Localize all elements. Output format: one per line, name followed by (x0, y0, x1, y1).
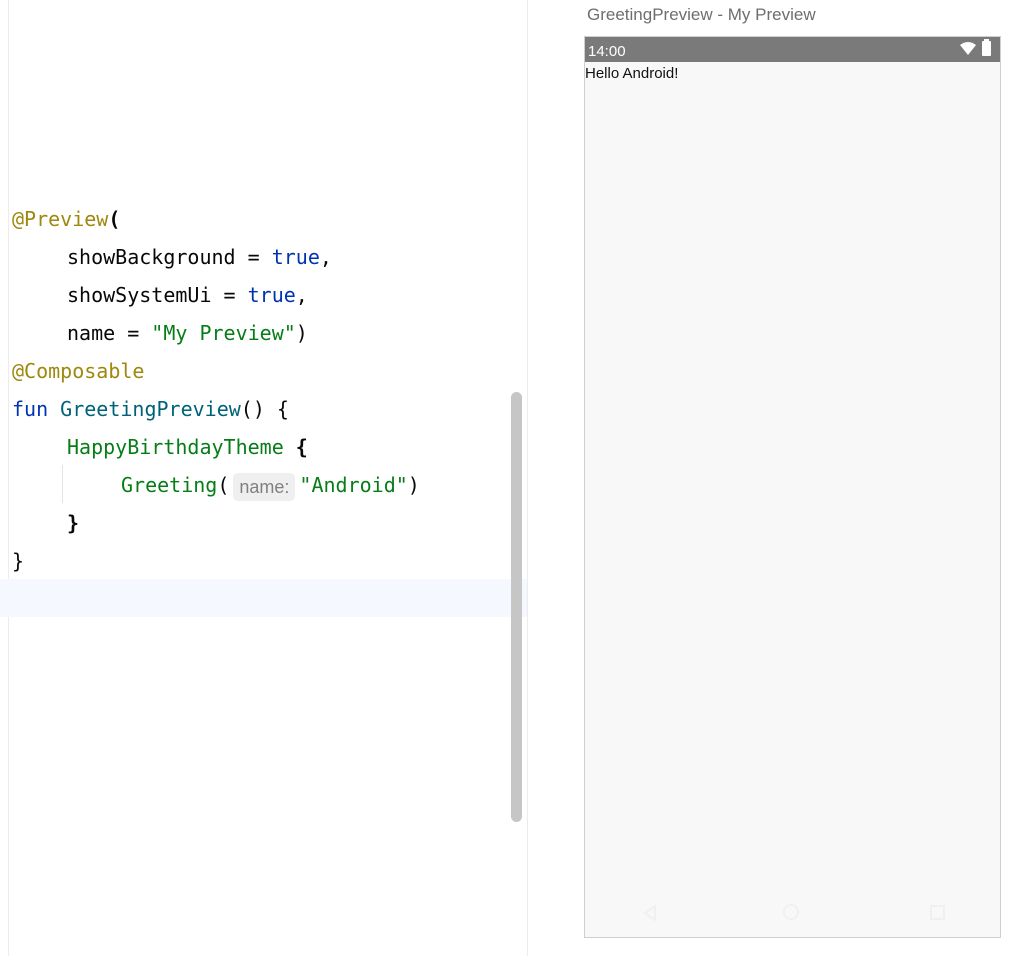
code-line[interactable]: @Composable (12, 352, 420, 390)
home-icon (783, 904, 799, 920)
punctuation: , (295, 283, 308, 307)
composable-call: HappyBirthdayTheme (67, 435, 284, 459)
back-icon (643, 905, 656, 921)
greeting-text: Hello Android! (585, 65, 679, 82)
brace: } (12, 549, 25, 573)
code-line[interactable]: name = "My Preview") (12, 314, 420, 352)
code-line[interactable]: showBackground = true, (12, 238, 420, 276)
string-literal: "My Preview" (151, 321, 296, 345)
battery-icon (982, 39, 991, 56)
status-bar: 14:00 (585, 37, 1000, 62)
keyword-value: true (247, 283, 296, 307)
paren: ( (108, 207, 121, 231)
code-line[interactable]: HappyBirthdayTheme { (12, 428, 420, 466)
paren: ) (407, 473, 420, 497)
param-name: showBackground = (67, 245, 272, 269)
recents-icon (930, 905, 945, 920)
status-time: 14:00 (588, 43, 626, 60)
string-literal: "Android" (299, 473, 408, 497)
code-editor[interactable]: @Preview( showBackground = true, showSys… (0, 0, 528, 956)
annotation: @Preview (12, 207, 109, 231)
gutter-divider (8, 0, 9, 956)
editor-scrollbar[interactable] (511, 392, 522, 822)
navigation-bar (585, 889, 1000, 937)
annotation: @Composable (12, 359, 145, 383)
device-preview[interactable]: 14:00 Hello Android! (584, 36, 1001, 938)
code-line[interactable]: fun GreetingPreview() { (12, 390, 420, 428)
code-line[interactable]: @Preview( (12, 200, 420, 238)
preview-title: GreetingPreview - My Preview (587, 5, 816, 24)
punctuation: , (319, 245, 332, 269)
punctuation: ) (295, 321, 308, 345)
function-name: GreetingPreview (60, 397, 241, 421)
wifi-icon (960, 42, 976, 55)
brace: } (67, 511, 80, 535)
keyword-value: true (271, 245, 320, 269)
code-line[interactable]: showSystemUi = true, (12, 276, 420, 314)
brace: { (283, 435, 308, 459)
code-line[interactable]: } (12, 542, 420, 580)
code-block[interactable]: @Preview( showBackground = true, showSys… (12, 200, 420, 580)
code-line[interactable]: Greeting(name: "Android") (12, 466, 420, 504)
param-name: showSystemUi = (67, 283, 248, 307)
paren: ( (217, 473, 230, 497)
keyword: fun (12, 397, 61, 421)
punctuation: () { (240, 397, 289, 421)
code-line[interactable]: } (12, 504, 420, 542)
param-name: name = (67, 321, 152, 345)
composable-call: Greeting (121, 473, 218, 497)
current-line-highlight (0, 579, 527, 617)
parameter-hint: name: (233, 472, 296, 501)
